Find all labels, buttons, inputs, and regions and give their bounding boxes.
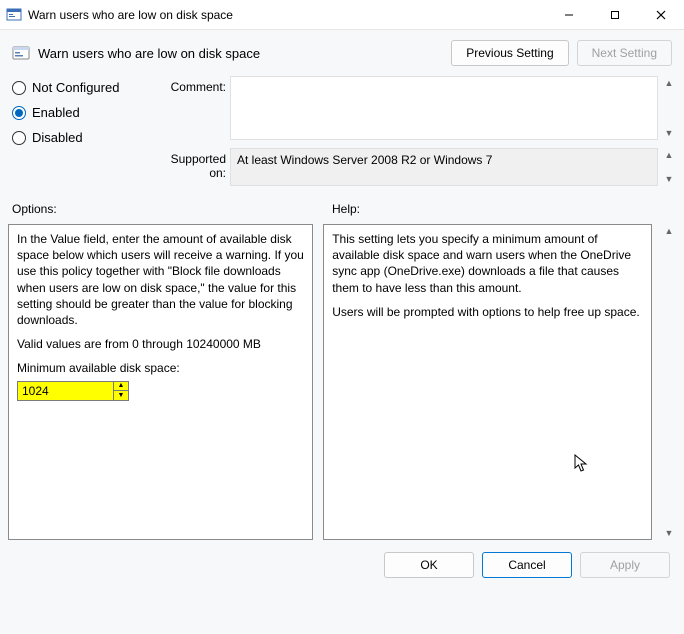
titlebar: Warn users who are low on disk space — [0, 0, 684, 30]
scroll-up-icon[interactable]: ▲ — [662, 148, 676, 162]
minimize-button[interactable] — [546, 0, 592, 30]
spinner-up-button[interactable]: ▲ — [114, 382, 128, 392]
radio-enabled[interactable]: Enabled — [12, 105, 152, 120]
disk-space-input[interactable] — [17, 381, 113, 401]
dialog-footer: OK Cancel Apply — [0, 540, 684, 590]
state-radio-group: Not Configured Enabled Disabled — [12, 76, 152, 145]
help-panel: This setting lets you specify a minimum … — [323, 224, 652, 540]
radio-icon — [12, 106, 26, 120]
radio-icon — [12, 131, 26, 145]
spinner-down-button[interactable]: ▼ — [114, 391, 128, 400]
radio-disabled[interactable]: Disabled — [12, 130, 152, 145]
help-text-1: This setting lets you specify a minimum … — [332, 231, 643, 296]
scroll-down-icon[interactable]: ▼ — [662, 526, 676, 540]
comment-label: Comment: — [156, 76, 226, 94]
supported-on-label: Supported on: — [156, 148, 226, 180]
radio-label: Disabled — [32, 130, 83, 145]
ok-button[interactable]: OK — [384, 552, 474, 578]
close-button[interactable] — [638, 0, 684, 30]
options-valid-range: Valid values are from 0 through 10240000… — [17, 336, 304, 352]
window-title: Warn users who are low on disk space — [28, 8, 233, 22]
scroll-down-icon[interactable]: ▼ — [662, 126, 676, 140]
help-text-2: Users will be prompted with options to h… — [332, 304, 643, 320]
options-field-label: Minimum available disk space: — [17, 360, 304, 376]
options-description: In the Value field, enter the amount of … — [17, 231, 304, 328]
policy-title: Warn users who are low on disk space — [38, 46, 451, 61]
app-icon — [6, 7, 22, 23]
help-label: Help: — [332, 202, 360, 216]
supported-on-value: At least Windows Server 2008 R2 or Windo… — [237, 153, 492, 167]
apply-button: Apply — [580, 552, 670, 578]
scroll-up-icon[interactable]: ▲ — [662, 224, 676, 238]
radio-icon — [12, 81, 26, 95]
policy-icon — [12, 44, 30, 62]
radio-not-configured[interactable]: Not Configured — [12, 80, 152, 95]
radio-label: Not Configured — [32, 80, 119, 95]
header-row: Warn users who are low on disk space Pre… — [0, 30, 684, 70]
previous-setting-button[interactable]: Previous Setting — [451, 40, 568, 66]
options-label: Options: — [12, 202, 332, 216]
cancel-button[interactable]: Cancel — [482, 552, 572, 578]
next-setting-button: Next Setting — [577, 40, 672, 66]
radio-label: Enabled — [32, 105, 80, 120]
scroll-up-icon[interactable]: ▲ — [662, 76, 676, 90]
disk-space-spinner: ▲ ▼ — [17, 381, 304, 401]
maximize-button[interactable] — [592, 0, 638, 30]
supported-on-text: At least Windows Server 2008 R2 or Windo… — [230, 148, 658, 186]
options-panel: In the Value field, enter the amount of … — [8, 224, 313, 540]
comment-textbox[interactable] — [230, 76, 658, 140]
scroll-down-icon[interactable]: ▼ — [662, 172, 676, 186]
